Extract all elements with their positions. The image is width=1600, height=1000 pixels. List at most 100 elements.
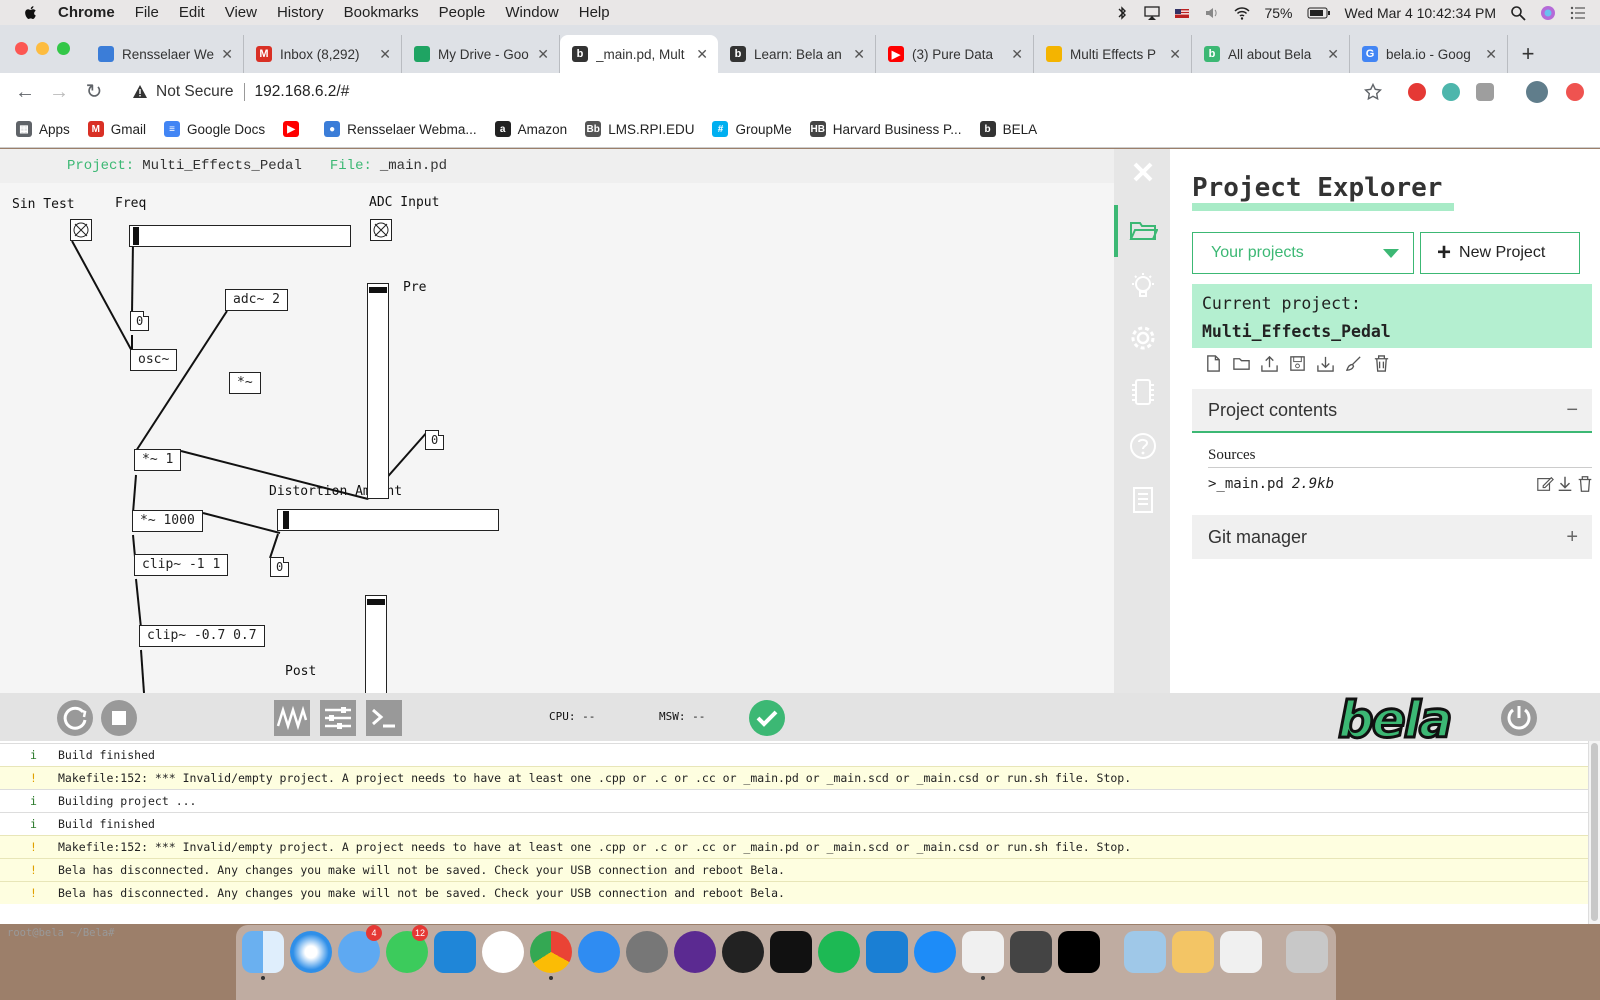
musescore-icon[interactable] <box>866 931 908 973</box>
airplay-icon[interactable] <box>1144 5 1161 21</box>
flag-icon[interactable] <box>1174 5 1190 21</box>
bookmark-item[interactable]: ≡ Google Docs <box>164 121 265 137</box>
new-project-button[interactable]: + New Project <box>1420 232 1580 274</box>
browser-tab[interactable]: b Learn: Bela an ✕ <box>718 35 876 73</box>
close-tab-icon[interactable]: ✕ <box>853 46 865 63</box>
rename-file-icon[interactable] <box>1536 475 1554 493</box>
new-tab-button[interactable]: + <box>1514 41 1542 69</box>
browser-tab[interactable]: ▶ (3) Pure Data ✕ <box>876 35 1034 73</box>
menu-people[interactable]: People <box>439 4 486 21</box>
distortion-amount-slider[interactable] <box>277 509 499 531</box>
post-meter-handle[interactable] <box>367 599 385 605</box>
pin-diagram-icon[interactable] <box>1128 377 1158 407</box>
apple-menu-icon[interactable] <box>22 4 40 22</box>
gui-sliders-icon[interactable] <box>320 700 356 736</box>
clean-brush-icon[interactable] <box>1344 354 1363 373</box>
forward-button[interactable]: → <box>48 81 70 103</box>
browser-tab[interactable]: b All about Bela ✕ <box>1192 35 1350 73</box>
browser-tab[interactable]: Rensselaer We ✕ <box>86 35 244 73</box>
wifi-icon[interactable] <box>1234 5 1251 21</box>
menu-chrome[interactable]: Chrome <box>58 4 115 21</box>
clip-07-object[interactable]: clip~ -0.7 0.7 <box>139 625 265 647</box>
menu-help[interactable]: Help <box>579 4 610 21</box>
adc-object[interactable]: adc~ 2 <box>225 289 288 311</box>
osc-object[interactable]: osc~ <box>130 349 178 371</box>
multiply-object[interactable]: *~ <box>229 372 261 394</box>
bookmark-item[interactable]: ● Rensselaer Webma... <box>324 121 477 137</box>
system-preferences-icon[interactable] <box>626 931 668 973</box>
save-icon[interactable] <box>1288 354 1307 373</box>
browser-tab[interactable]: M Inbox (8,292) ✕ <box>244 35 402 73</box>
bookmark-item[interactable]: # GroupMe <box>712 121 792 137</box>
close-tab-icon[interactable]: ✕ <box>221 46 233 63</box>
safari-icon[interactable] <box>290 931 332 973</box>
run-rebuild-icon[interactable] <box>56 699 94 737</box>
pre-meter-handle[interactable] <box>369 287 387 293</box>
close-tab-icon[interactable]: ✕ <box>537 46 549 63</box>
projects-dropdown[interactable]: Your projects <box>1192 232 1414 274</box>
url-text[interactable]: 192.168.6.2/# <box>255 83 350 101</box>
adc-input-toggle[interactable] <box>370 219 392 241</box>
menu-history[interactable]: History <box>277 4 324 21</box>
sin-test-toggle[interactable] <box>70 219 92 241</box>
source-file-row[interactable]: >_main.pd 2.9kb <box>1208 472 1592 496</box>
open-folder-icon[interactable] <box>1232 354 1251 373</box>
download-icon[interactable] <box>1316 354 1335 373</box>
post-level-meter[interactable] <box>365 595 387 693</box>
spotlight-search-icon[interactable] <box>1510 5 1526 21</box>
examples-lightbulb-icon[interactable] <box>1128 271 1158 301</box>
freq-number-box[interactable]: 0 <box>130 311 150 331</box>
distortion-number-box[interactable]: 0 <box>270 557 290 577</box>
bookmark-item[interactable]: HB Harvard Business P... <box>809 121 962 137</box>
back-button[interactable]: ← <box>14 81 36 103</box>
shutdown-power-icon[interactable] <box>1500 699 1538 737</box>
browser-tab[interactable]: Multi Effects P ✕ <box>1034 35 1192 73</box>
close-panel-icon[interactable] <box>1128 157 1158 187</box>
siri-icon[interactable] <box>1540 5 1556 21</box>
self-service-icon[interactable] <box>914 931 956 973</box>
bookmark-item[interactable]: Bb LMS.RPI.EDU <box>585 121 694 137</box>
multiply-1000-object[interactable]: *~ 1000 <box>132 510 203 532</box>
browser-tab[interactable]: b _main.pd, Mult ✕ <box>560 35 718 73</box>
trash-icon[interactable] <box>1286 931 1328 973</box>
pre-number-box[interactable]: 0 <box>425 430 445 450</box>
bookmark-item[interactable]: a Amazon <box>494 121 567 137</box>
pdf-app-icon[interactable] <box>770 931 812 973</box>
git-manager-header[interactable]: Git manager + <box>1192 515 1592 559</box>
menu-edit[interactable]: Edit <box>179 4 205 21</box>
podcasts-icon[interactable] <box>674 931 716 973</box>
oscilloscope-icon[interactable] <box>274 700 310 736</box>
download-file-icon[interactable] <box>1556 475 1574 493</box>
source-file-name[interactable]: >_main.pd <box>1208 476 1284 492</box>
migration-app-icon[interactable] <box>1010 931 1052 973</box>
extension-square-icon[interactable] <box>1476 83 1494 101</box>
volume-icon[interactable] <box>1204 5 1220 21</box>
freq-slider-handle[interactable] <box>133 227 139 245</box>
close-tab-icon[interactable]: ✕ <box>1011 46 1023 63</box>
chrome-icon[interactable] <box>530 931 572 973</box>
project-contents-header[interactable]: Project contents − <box>1192 389 1592 433</box>
spotify-icon[interactable] <box>818 931 860 973</box>
pd-patch-canvas[interactable]: Sin Test Freq ADC Input Pre Distortion A… <box>0 183 1114 693</box>
bookmark-item[interactable]: M Gmail <box>87 121 146 137</box>
not-secure-warning-icon[interactable] <box>132 84 148 100</box>
console-prompt[interactable]: root@bela ~/Bela# <box>7 927 114 939</box>
close-tab-icon[interactable]: ✕ <box>1169 46 1181 63</box>
bookmark-star-icon[interactable] <box>1364 83 1382 101</box>
terminal-app-icon[interactable] <box>1058 931 1100 973</box>
pages-icon[interactable] <box>1172 931 1214 973</box>
menu-window[interactable]: Window <box>505 4 558 21</box>
close-tab-icon[interactable]: ✕ <box>1327 46 1339 63</box>
address-bar[interactable]: Not Secure 192.168.6.2/# <box>122 76 1384 108</box>
upload-icon[interactable] <box>1260 354 1279 373</box>
freq-slider[interactable] <box>129 225 351 247</box>
zoom-window-button[interactable] <box>57 42 70 55</box>
new-file-icon[interactable] <box>1204 354 1223 373</box>
textedit-icon[interactable] <box>1220 931 1262 973</box>
messenger-icon[interactable] <box>578 931 620 973</box>
close-tab-icon[interactable]: ✕ <box>1485 46 1497 63</box>
clip-1-object[interactable]: clip~ -1 1 <box>134 554 229 576</box>
menu-clock[interactable]: Wed Mar 4 10:42:34 PM <box>1345 5 1496 21</box>
bluetooth-icon[interactable] <box>1114 5 1130 21</box>
notification-center-icon[interactable] <box>1570 5 1586 21</box>
